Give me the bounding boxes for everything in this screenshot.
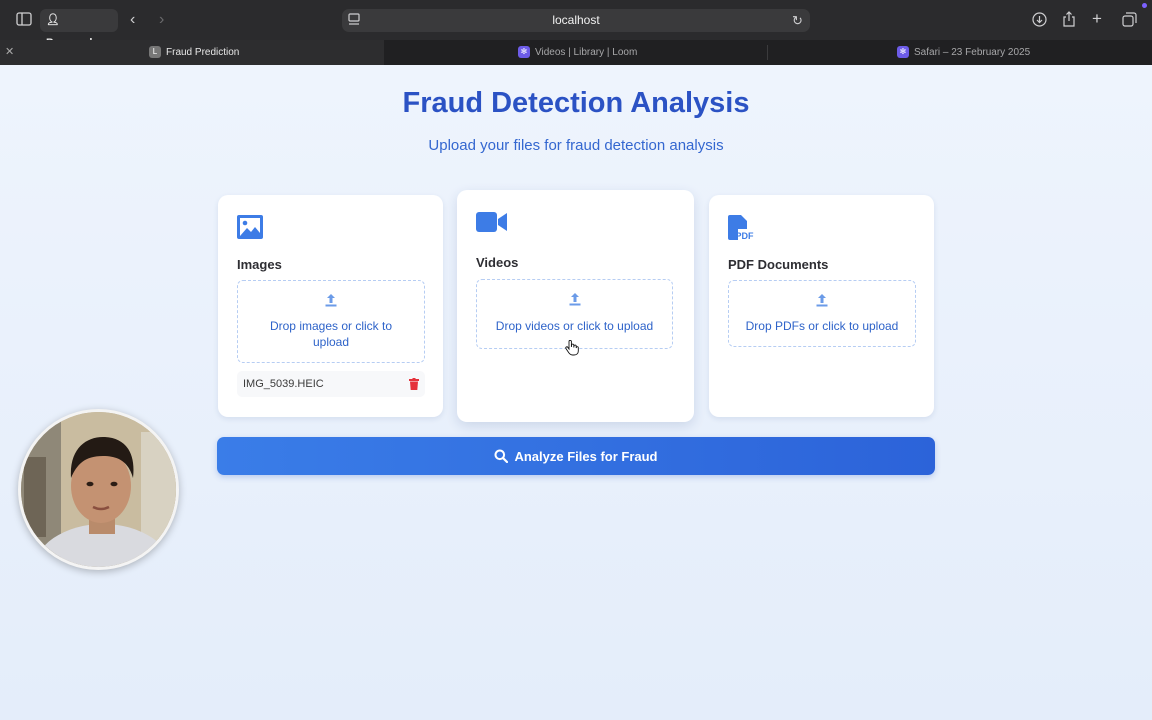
tab-label: Fraud Prediction — [166, 47, 240, 58]
pdf-card: PDF PDF Documents Drop PDFs or click to … — [709, 195, 934, 417]
webcam-bubble[interactable] — [18, 409, 179, 570]
share-icon[interactable] — [1062, 11, 1076, 30]
pdf-dropzone[interactable]: Drop PDFs or click to upload — [728, 280, 916, 347]
trash-icon[interactable] — [409, 377, 419, 395]
new-tab-icon[interactable]: + — [1092, 10, 1102, 27]
upload-icon — [238, 293, 424, 307]
pdf-drop-label: Drop PDFs or click to upload — [745, 319, 899, 333]
tab-favicon: L — [149, 46, 161, 59]
loom-icon: ✻ — [897, 46, 909, 59]
page-content: Fraud Detection Analysis Upload your fil… — [0, 65, 1152, 720]
search-icon — [494, 449, 509, 463]
page-title: Fraud Detection Analysis — [402, 87, 750, 119]
videos-drop-label: Drop videos or click to upload — [495, 319, 654, 333]
tab-bar: ✕ L Fraud Prediction ✻ Videos | Library | … — [0, 40, 1152, 65]
profile-button[interactable]: 👤︎ Personal⌄ — [40, 9, 118, 49]
back-icon[interactable]: ‹ — [130, 12, 135, 28]
image-icon — [237, 215, 263, 244]
webcam-video — [21, 412, 176, 567]
loom-icon: ✻ — [518, 46, 530, 59]
notification-dot — [1142, 3, 1147, 8]
analyze-label: Analyze Files for Fraud — [514, 448, 658, 464]
address-text: localhost — [552, 13, 600, 27]
upload-icon — [729, 293, 915, 307]
pdf-file-icon: PDF — [728, 215, 754, 247]
analyze-button[interactable]: Analyze Files for Fraud — [217, 437, 935, 475]
tab-safari[interactable]: ✻ Safari – 23 February 2025 — [768, 40, 1152, 65]
browser-toolbar: 👤︎ Personal⌄ ‹ › localhost ↻ + — [0, 0, 1152, 49]
images-title: Images — [237, 257, 282, 272]
images-card: Images Drop images or click to upload IM… — [218, 195, 443, 417]
downloads-icon[interactable] — [1032, 12, 1047, 30]
tab-label: Safari – 23 February 2025 — [914, 47, 1031, 58]
videos-card: Videos Drop videos or click to upload — [457, 190, 694, 422]
tab-overview-icon[interactable] — [1122, 12, 1137, 30]
reload-icon[interactable]: ↻ — [792, 13, 803, 29]
upload-icon — [477, 292, 672, 306]
tab-label: Videos | Library | Loom — [535, 47, 638, 58]
file-item: IMG_5039.HEIC — [237, 371, 425, 397]
videos-title: Videos — [476, 255, 519, 270]
pdf-title: PDF Documents — [728, 257, 829, 272]
videos-dropzone[interactable]: Drop videos or click to upload — [476, 279, 673, 349]
images-dropzone[interactable]: Drop images or click to upload — [237, 280, 425, 363]
tab-loom[interactable]: ✻ Videos | Library | Loom — [384, 40, 768, 65]
hand-cursor-icon — [565, 339, 579, 361]
images-drop-label: Drop images or click to upload — [269, 319, 393, 349]
person-icon: 👤︎ — [46, 14, 60, 26]
close-tab-icon[interactable]: ✕ — [5, 40, 14, 65]
address-bar[interactable]: localhost ↻ — [342, 9, 810, 32]
file-name: IMG_5039.HEIC — [243, 378, 324, 390]
forward-icon[interactable]: › — [159, 12, 164, 28]
tab-fraud-prediction[interactable]: ✕ L Fraud Prediction — [0, 40, 384, 65]
page-subtitle: Upload your files for fraud detection an… — [428, 137, 724, 154]
video-camera-icon — [476, 212, 507, 237]
sidebar-toggle-icon[interactable] — [16, 12, 32, 29]
pdf-icon-text: PDF — [736, 231, 755, 241]
